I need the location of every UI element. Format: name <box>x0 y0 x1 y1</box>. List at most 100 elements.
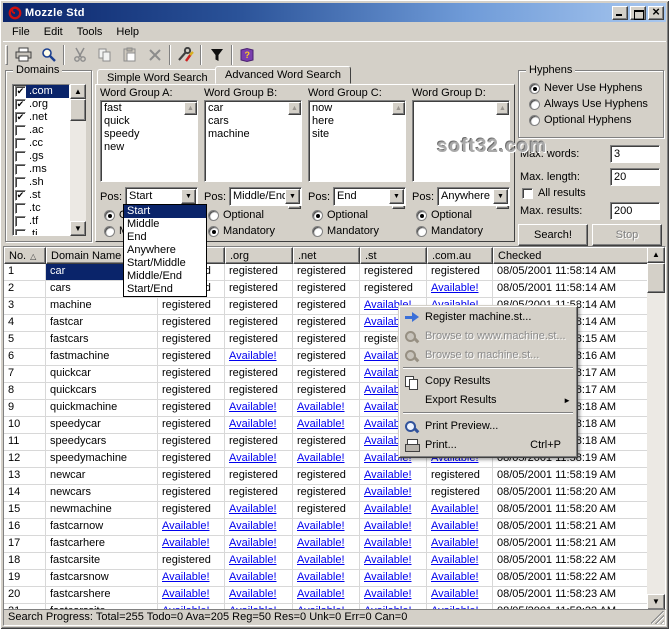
minimize-icon[interactable] <box>612 6 628 20</box>
scroll-up-icon[interactable]: ▲ <box>70 84 86 99</box>
options-button[interactable] <box>173 44 198 66</box>
menu-help[interactable]: Help <box>109 24 146 40</box>
context-menu-item[interactable] <box>401 410 575 417</box>
max-results-input[interactable]: 200 <box>610 202 660 220</box>
col-no[interactable]: No.△ <box>4 247 46 264</box>
col-checked[interactable]: Checked <box>493 247 666 264</box>
copy-button[interactable] <box>92 44 117 66</box>
all-results-checkbox[interactable] <box>522 188 533 199</box>
print-button[interactable] <box>11 44 36 66</box>
context-menu-item[interactable]: Print... Ctrl+P <box>401 436 575 455</box>
domain-list-item[interactable]: .tf <box>13 215 69 228</box>
chevron-down-icon[interactable]: ▼ <box>181 189 196 204</box>
toolbar-grip[interactable] <box>5 45 8 65</box>
table-row[interactable]: 1 car registered registered registered r… <box>4 264 647 281</box>
dropdown-option[interactable]: Anywhere <box>124 244 206 257</box>
filter-button[interactable] <box>204 44 229 66</box>
domain-checkbox[interactable] <box>15 229 26 236</box>
domain-checkbox[interactable] <box>15 151 26 162</box>
scroll-up-icon[interactable]: ▲ <box>184 102 197 115</box>
scroll-up-icon[interactable]: ▲ <box>647 247 665 263</box>
max-length-input[interactable]: 20 <box>610 168 660 186</box>
maximize-icon[interactable] <box>630 6 646 20</box>
close-icon[interactable] <box>648 6 664 20</box>
table-row[interactable]: 15 newmachine registered Available! regi… <box>4 502 647 519</box>
pos-d-select[interactable]: Anywhere▼ <box>437 187 510 206</box>
scrollbar-thumb[interactable] <box>647 263 665 293</box>
menu-tools[interactable]: Tools <box>70 24 110 40</box>
menu-edit[interactable]: Edit <box>37 24 70 40</box>
always-hyphens-radio[interactable] <box>529 99 540 110</box>
mandatory-radio[interactable] <box>416 226 427 237</box>
domain-checkbox[interactable] <box>15 138 26 149</box>
domain-list-item[interactable]: .cc <box>13 137 69 150</box>
table-row[interactable]: 18 fastcarsite registered Available! Ava… <box>4 553 647 570</box>
scroll-up-icon[interactable]: ▲ <box>288 102 301 115</box>
resize-grip[interactable] <box>651 611 664 624</box>
domain-checkbox[interactable]: ✔ <box>15 86 26 97</box>
domain-list-item[interactable]: ✔ .com <box>13 85 69 98</box>
dropdown-option[interactable]: Start <box>124 205 206 218</box>
domain-list-item[interactable]: .tc <box>13 202 69 215</box>
tab-advanced-word-search[interactable]: Advanced Word Search <box>215 66 351 84</box>
domain-list-item[interactable]: .gs <box>13 150 69 163</box>
domain-list-item[interactable]: ✔ .net <box>13 111 69 124</box>
stop-button[interactable]: Stop <box>592 224 662 246</box>
pos-b-select[interactable]: Middle/End▼ <box>229 187 302 206</box>
domain-list-item[interactable]: .ms <box>13 163 69 176</box>
search-button[interactable] <box>36 44 61 66</box>
pos-dropdown-list[interactable]: StartMiddleEndAnywhereStart/MiddleMiddle… <box>123 204 207 297</box>
domain-list-item[interactable]: .tj <box>13 228 69 236</box>
paste-button[interactable] <box>117 44 142 66</box>
table-row[interactable]: 14 newcars registered registered registe… <box>4 485 647 502</box>
optional-radio[interactable] <box>416 210 427 221</box>
context-menu-item[interactable]: Copy Results <box>401 372 575 391</box>
domain-checkbox[interactable] <box>15 125 26 136</box>
table-row[interactable]: 16 fastcarnow Available! Available! Avai… <box>4 519 647 536</box>
chevron-down-icon[interactable]: ▼ <box>285 189 300 204</box>
scroll-up-icon[interactable]: ▲ <box>496 102 509 115</box>
scrollbar-thumb[interactable] <box>70 99 86 121</box>
table-row[interactable]: 2 cars registered registered registered … <box>4 281 647 298</box>
menu-file[interactable]: File <box>5 24 37 40</box>
max-words-input[interactable]: 3 <box>610 145 660 163</box>
domain-checkbox[interactable] <box>15 203 26 214</box>
col-com-au[interactable]: .com.au <box>427 247 493 264</box>
domain-list-item[interactable]: ✔ .st <box>13 189 69 202</box>
scroll-up-icon[interactable]: ▲ <box>392 102 405 115</box>
table-row[interactable]: 19 fastcarsnow Available! Available! Ava… <box>4 570 647 587</box>
domain-checkbox[interactable] <box>15 164 26 175</box>
domain-checkbox[interactable] <box>15 177 26 188</box>
search-button-main[interactable]: Search! <box>518 224 588 246</box>
never-hyphens-radio[interactable] <box>529 83 540 94</box>
domain-list-item[interactable]: .ac <box>13 124 69 137</box>
context-menu-item[interactable]: Register machine.st... <box>401 308 575 327</box>
table-row[interactable]: 20 fastcarshere Available! Available! Av… <box>4 587 647 604</box>
optional-hyphens-radio[interactable] <box>529 115 540 126</box>
context-menu-item[interactable]: Export Results ► <box>401 391 575 410</box>
dropdown-option[interactable]: Middle <box>124 218 206 231</box>
tab-simple-word-search[interactable]: Simple Word Search <box>97 69 218 85</box>
mandatory-radio[interactable] <box>208 226 219 237</box>
domain-checkbox[interactable]: ✔ <box>15 190 26 201</box>
col-org[interactable]: .org <box>225 247 293 264</box>
table-scrollbar[interactable]: ▲ ▼ <box>647 247 665 610</box>
scroll-down-icon[interactable]: ▼ <box>70 221 86 236</box>
context-menu-item[interactable]: Print Preview... <box>401 417 575 436</box>
mandatory-radio[interactable] <box>312 226 323 237</box>
table-row[interactable]: 17 fastcarhere Available! Available! Ava… <box>4 536 647 553</box>
context-menu-item[interactable] <box>401 365 575 372</box>
domain-checkbox[interactable]: ✔ <box>15 112 26 123</box>
pos-c-select[interactable]: End▼ <box>333 187 406 206</box>
dropdown-option[interactable]: Middle/End <box>124 270 206 283</box>
domains-scrollbar[interactable]: ▲ ▼ <box>70 84 86 236</box>
table-row[interactable]: 13 newcar registered registered register… <box>4 468 647 485</box>
optional-radio[interactable] <box>312 210 323 221</box>
mandatory-radio[interactable] <box>104 226 115 237</box>
domain-list-item[interactable]: ✔ .org <box>13 98 69 111</box>
help-button[interactable]: ? <box>235 44 260 66</box>
dropdown-option[interactable]: Start/Middle <box>124 257 206 270</box>
domain-checkbox[interactable]: ✔ <box>15 99 26 110</box>
dropdown-option[interactable]: Start/End <box>124 283 206 296</box>
domain-checkbox[interactable] <box>15 216 26 227</box>
